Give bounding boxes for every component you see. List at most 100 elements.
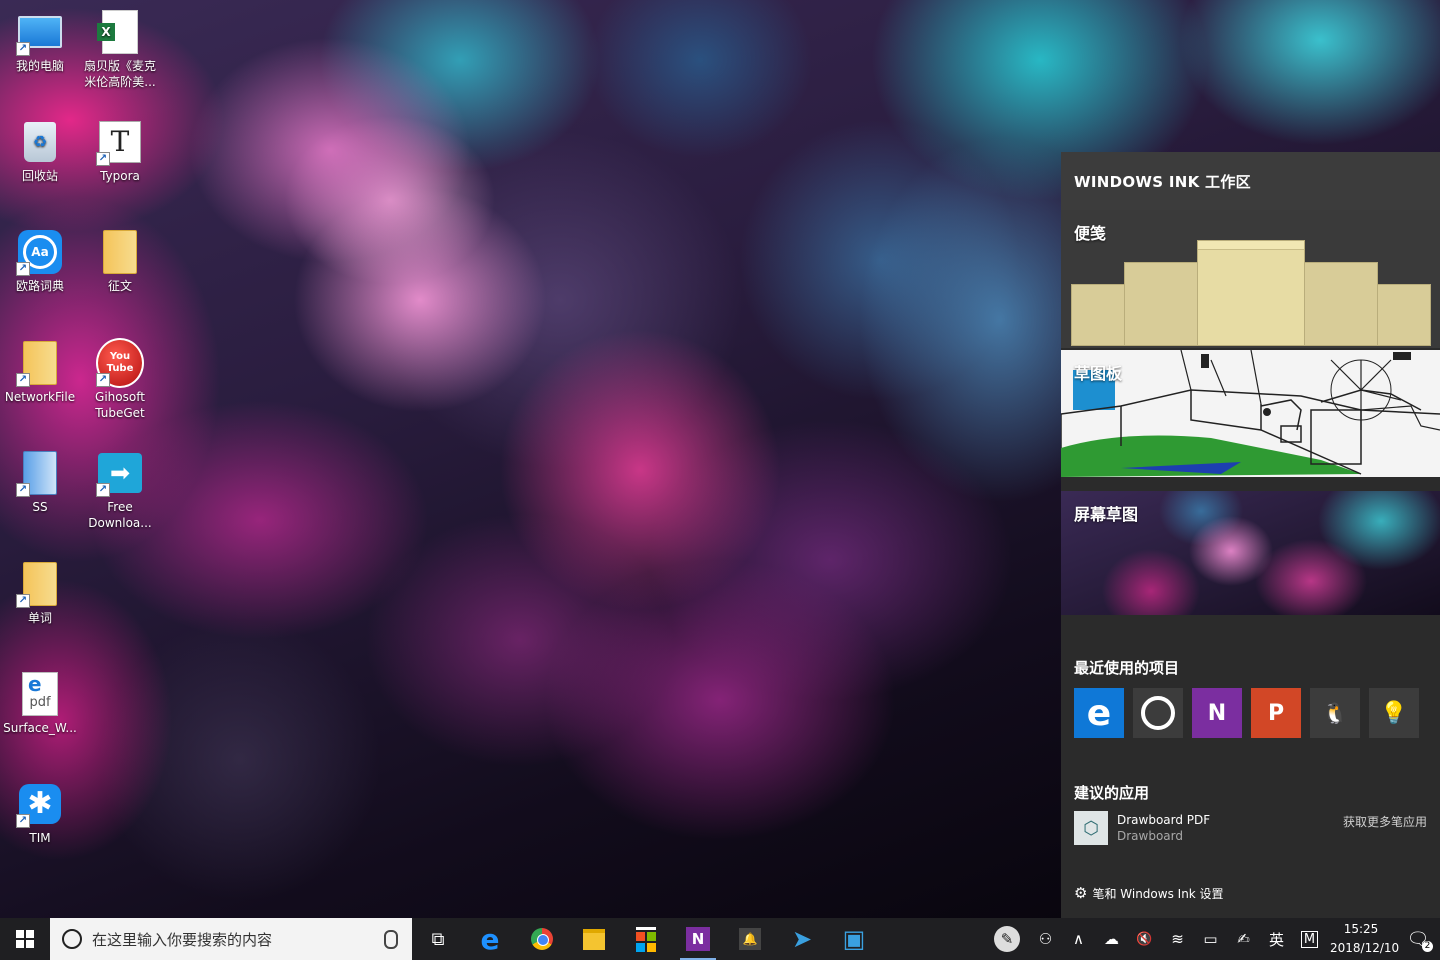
edge-taskbar-icon: e [480, 922, 500, 956]
desktop-icon-label: NetworkFile [4, 390, 76, 404]
desktop-icon-recycle-bin[interactable]: 回收站 [0, 112, 80, 184]
desktop-icon-label: 欧路词典 [15, 279, 64, 293]
desktop-icon-label: TIM [29, 831, 51, 845]
get-more-pen-apps-link[interactable]: 获取更多笔应用 [1343, 813, 1427, 830]
desktop-icon-label: 我的电脑 [15, 59, 64, 73]
sticky-note-preview [1124, 262, 1198, 346]
tray-windows-ink-button[interactable]: ✎ [985, 918, 1029, 960]
windows-logo-icon [16, 930, 34, 948]
desktop-icon-free-download[interactable]: ➡ ↗ Free Downloa... [80, 443, 160, 531]
desktop-icon-label: Surface_W... [3, 721, 77, 735]
people-icon: ⚇ [1038, 930, 1053, 948]
taskbar-app-window[interactable]: ▣ [828, 918, 880, 960]
telegram-taskbar-icon: ➤ [791, 925, 813, 953]
task-view-button[interactable]: ⧉ [412, 918, 464, 960]
microphone-icon[interactable] [384, 929, 398, 949]
desktop-icon-label: TubeGet [95, 406, 145, 420]
taskbar-app-edge[interactable]: e [464, 918, 516, 960]
pdf-file-icon: pdf [16, 670, 64, 718]
powerpoint-app-icon[interactable]: P [1251, 688, 1301, 738]
excel-file-icon [96, 8, 144, 56]
tray-volume[interactable]: 🔇 [1128, 918, 1161, 960]
drawboard-icon: ⬡ [1074, 811, 1108, 845]
screen-sketch-title: 屏幕草图 [1074, 505, 1139, 524]
chevron-up-icon: ∧ [1073, 930, 1084, 948]
desktop-icon-label: Free [107, 500, 133, 514]
qq-app-icon[interactable]: 🐧 [1310, 688, 1360, 738]
taskbar-app-onenote[interactable]: N [672, 918, 724, 960]
desktop-icon-my-computer[interactable]: ↗ 我的电脑 [0, 2, 80, 74]
sticky-note-preview [1197, 240, 1305, 346]
cloud-icon: ☁ [1104, 930, 1119, 948]
sticky-notes-title: 便笺 [1074, 224, 1107, 243]
onenote-app-icon[interactable]: N [1192, 688, 1242, 738]
free-download-icon: ➡ ↗ [96, 449, 144, 497]
suggested-app-drawboard[interactable]: ⬡ Drawboard PDF Drawboard 获取更多笔应用 [1074, 811, 1427, 845]
desktop-icon-eudic[interactable]: Aa ↗ 欧路词典 [0, 222, 80, 294]
desktop-icon-label: SS [32, 500, 48, 514]
recycle-bin-icon [16, 118, 64, 166]
folder-icon: ↗ [16, 339, 64, 387]
edge-app-icon[interactable]: e [1074, 688, 1124, 738]
suggested-app-publisher: Drawboard [1117, 828, 1183, 843]
tray-pen[interactable]: ✍ [1227, 918, 1260, 960]
taskbar: 在这里输入你要搜索的内容 ⧉ e N 🔔 ➤ ▣ ✎ ⚇ ∧ ☁ 🔇 ≋ ▭ ✍… [0, 918, 1440, 960]
screen-sketch-tile[interactable]: 屏幕草图 [1061, 491, 1440, 615]
action-center-button[interactable]: 🗨 2 [1396, 918, 1440, 960]
taskbar-app-file-explorer[interactable] [568, 918, 620, 960]
desktop-icon-label: 征文 [107, 279, 132, 293]
task-view-icon: ⧉ [431, 928, 445, 950]
cortana-icon [62, 929, 82, 949]
tray-network[interactable]: ≋ [1161, 918, 1194, 960]
folder-icon: ↗ [16, 449, 64, 497]
desktop-icon-folder-zhengwen[interactable]: 征文 [80, 222, 160, 294]
start-button[interactable] [0, 918, 50, 960]
qq-taskbar-icon: 🔔 [739, 928, 761, 950]
sticky-notes-tile[interactable]: 便笺 [1061, 210, 1440, 348]
desktop-icon-surface-pdf[interactable]: pdf Surface_W... [0, 664, 80, 736]
ink-workspace-title: WINDOWS INK 工作区 [1061, 152, 1440, 210]
sketchpad-tile[interactable]: 草图板 [1061, 350, 1440, 477]
desktop-icon-networkfile[interactable]: ↗ NetworkFile [0, 333, 80, 405]
desktop-icon-tim[interactable]: ✱ ↗ TIM [0, 774, 80, 846]
desktop-icon-typora[interactable]: T ↗ Typora [80, 112, 160, 184]
folder-icon [96, 228, 144, 276]
tray-onedrive[interactable]: ☁ [1095, 918, 1128, 960]
taskbar-app-chrome[interactable] [516, 918, 568, 960]
desktop-icon-danci[interactable]: ↗ 单词 [0, 554, 80, 626]
desktop-icon-excel-file[interactable]: 扇贝版《麦克 米伦高阶美... [80, 2, 160, 90]
taskbar-search-box[interactable]: 在这里输入你要搜索的内容 [50, 918, 412, 960]
desktop-icon-gihosoft-tubeget[interactable]: You Tube ↗ Gihosoft TubeGet [80, 333, 160, 421]
typora-icon: T ↗ [96, 118, 144, 166]
taskbar-app-qq[interactable]: 🔔 [724, 918, 776, 960]
folder-icon: ↗ [16, 560, 64, 608]
clock-time: 15:25 [1343, 922, 1379, 936]
volume-muted-icon: 🔇 [1136, 931, 1153, 947]
tips-app-icon[interactable]: 💡 [1369, 688, 1419, 738]
tray-ime-mode[interactable]: M [1293, 918, 1326, 960]
pen-ink-settings-link[interactable]: ⚙ 笔和 Windows Ink 设置 [1074, 884, 1224, 902]
recent-items-title: 最近使用的项目 [1074, 659, 1180, 677]
tray-people-button[interactable]: ⚇ [1029, 918, 1062, 960]
tray-show-hidden-icons[interactable]: ∧ [1062, 918, 1095, 960]
youtube-icon: You Tube ↗ [96, 338, 144, 388]
computer-icon: ↗ [16, 8, 64, 56]
taskbar-clock[interactable]: 15:25 2018/12/10 [1330, 920, 1399, 958]
wifi-icon: ≋ [1171, 930, 1184, 948]
cortana-app-icon[interactable] [1133, 688, 1183, 738]
eudic-dictionary-icon: Aa ↗ [16, 228, 64, 276]
store-taskbar-icon [636, 926, 656, 952]
desktop-icon-label: 单词 [27, 611, 52, 625]
desktop-icon-label: Downloa... [88, 516, 152, 530]
desktop-icon-ss[interactable]: ↗ SS [0, 443, 80, 515]
tray-ime-language[interactable]: 英 [1260, 918, 1293, 960]
tray-battery[interactable]: ▭ [1194, 918, 1227, 960]
taskbar-app-telegram[interactable]: ➤ [776, 918, 828, 960]
suggested-apps-title: 建议的应用 [1074, 784, 1150, 802]
sticky-note-preview [1071, 284, 1125, 346]
taskbar-app-store[interactable] [620, 918, 672, 960]
chrome-taskbar-icon [531, 928, 553, 950]
desktop-icon-label: 扇贝版《麦克 [83, 59, 156, 73]
desktop-icon-label: Typora [100, 169, 140, 183]
windows-ink-workspace: WINDOWS INK 工作区 便笺 草图板 屏幕草图 最近使用的项目 e N … [1061, 152, 1440, 918]
